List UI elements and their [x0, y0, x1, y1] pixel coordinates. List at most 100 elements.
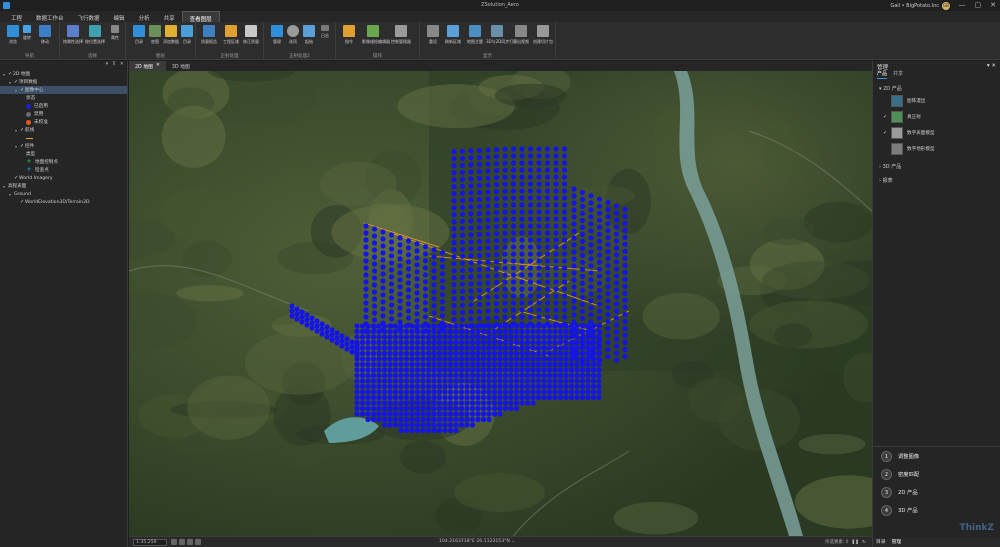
image-center-point[interactable]: [486, 339, 492, 346]
image-center-point[interactable]: [605, 256, 611, 262]
image-center-point[interactable]: [425, 422, 432, 428]
image-center-point[interactable]: [381, 378, 388, 384]
image-center-point[interactable]: [579, 266, 586, 272]
image-center-point[interactable]: [365, 394, 371, 401]
tree-item[interactable]: ✓ World Imagery: [0, 174, 127, 182]
image-center-point[interactable]: [476, 301, 483, 308]
image-center-point[interactable]: [510, 160, 517, 166]
image-center-point[interactable]: [381, 367, 388, 373]
image-center-point[interactable]: [502, 230, 508, 236]
image-center-point[interactable]: [365, 350, 371, 357]
image-center-point[interactable]: [414, 367, 421, 373]
image-center-point[interactable]: [524, 356, 531, 362]
image-center-point[interactable]: [289, 313, 295, 319]
image-center-point[interactable]: [468, 197, 474, 203]
image-center-point[interactable]: [422, 251, 429, 257]
image-center-point[interactable]: [464, 394, 470, 401]
image-center-point[interactable]: [622, 325, 628, 331]
image-center-point[interactable]: [613, 245, 620, 251]
image-center-point[interactable]: [574, 345, 580, 351]
image-center-point[interactable]: [436, 345, 443, 351]
image-center-point[interactable]: [561, 237, 568, 243]
image-center-point[interactable]: [546, 394, 553, 401]
image-center-point[interactable]: [365, 334, 371, 340]
image-center-point[interactable]: [388, 267, 395, 273]
image-center-point[interactable]: [414, 422, 421, 428]
image-center-point[interactable]: [403, 350, 410, 357]
image-center-point[interactable]: [359, 378, 366, 384]
image-center-point[interactable]: [605, 291, 611, 297]
image-center-point[interactable]: [422, 307, 429, 313]
image-center-point[interactable]: [622, 276, 628, 282]
image-center-point[interactable]: [380, 299, 386, 305]
image-center-point[interactable]: [451, 240, 457, 246]
image-center-point[interactable]: [553, 279, 559, 285]
image-center-point[interactable]: [409, 323, 415, 329]
image-center-point[interactable]: [588, 235, 594, 241]
image-center-point[interactable]: [380, 257, 386, 263]
image-center-point[interactable]: [544, 223, 551, 229]
image-center-point[interactable]: [530, 350, 536, 357]
image-center-point[interactable]: [354, 352, 360, 358]
image-center-point[interactable]: [431, 427, 437, 434]
image-center-point[interactable]: [571, 312, 577, 318]
image-center-point[interactable]: [431, 378, 437, 384]
image-center-point[interactable]: [431, 310, 437, 316]
image-center-point[interactable]: [464, 339, 470, 346]
image-center-point[interactable]: [536, 160, 542, 166]
image-center-point[interactable]: [387, 372, 393, 379]
image-center-point[interactable]: [458, 389, 465, 395]
image-center-point[interactable]: [398, 323, 404, 329]
image-center-point[interactable]: [376, 383, 382, 390]
image-center-point[interactable]: [476, 231, 483, 238]
image-center-point[interactable]: [613, 203, 620, 209]
image-center-point[interactable]: [294, 306, 300, 312]
image-center-point[interactable]: [420, 422, 426, 428]
image-center-point[interactable]: [553, 223, 559, 229]
image-center-point[interactable]: [363, 237, 369, 243]
image-center-point[interactable]: [409, 345, 415, 351]
image-center-point[interactable]: [363, 279, 369, 285]
image-center-point[interactable]: [480, 367, 487, 373]
image-center-point[interactable]: [544, 300, 551, 306]
image-center-point[interactable]: [536, 223, 542, 229]
image-center-point[interactable]: [613, 259, 620, 265]
image-center-point[interactable]: [354, 328, 360, 335]
image-center-point[interactable]: [605, 277, 611, 283]
image-center-point[interactable]: [513, 339, 520, 346]
section-3d-products[interactable]: › 3D 产品: [873, 157, 1000, 171]
image-center-point[interactable]: [485, 308, 491, 314]
image-center-point[interactable]: [414, 378, 421, 384]
image-center-point[interactable]: [459, 211, 466, 217]
image-center-point[interactable]: [536, 181, 542, 187]
image-center-point[interactable]: [579, 383, 586, 390]
select-by-attr-button[interactable]: 按属性选择: [62, 25, 84, 51]
image-center-point[interactable]: [574, 350, 580, 357]
image-center-point[interactable]: [344, 346, 350, 352]
image-center-point[interactable]: [527, 146, 534, 152]
image-center-point[interactable]: [485, 189, 491, 195]
image-center-point[interactable]: [439, 313, 446, 319]
image-center-point[interactable]: [329, 337, 335, 343]
image-center-point[interactable]: [557, 328, 564, 335]
image-center-point[interactable]: [622, 255, 628, 261]
image-center-point[interactable]: [468, 274, 474, 280]
image-center-point[interactable]: [535, 372, 542, 379]
image-center-point[interactable]: [546, 339, 553, 346]
image-center-point[interactable]: [596, 372, 602, 379]
image-center-point[interactable]: [371, 254, 378, 260]
image-center-point[interactable]: [380, 292, 386, 298]
image-center-point[interactable]: [420, 383, 426, 390]
image-center-point[interactable]: [414, 255, 420, 261]
tree-item[interactable]: [0, 134, 127, 142]
image-center-point[interactable]: [553, 188, 559, 194]
image-center-point[interactable]: [493, 231, 500, 237]
image-center-point[interactable]: [409, 339, 415, 346]
image-center-point[interactable]: [519, 153, 525, 159]
image-center-point[interactable]: [458, 350, 465, 357]
image-center-point[interactable]: [493, 280, 500, 286]
image-center-point[interactable]: [530, 389, 536, 395]
product-true-ortho[interactable]: ✓ 真正射: [873, 109, 1000, 125]
image-center-point[interactable]: [468, 267, 474, 273]
image-center-point[interactable]: [486, 372, 492, 379]
